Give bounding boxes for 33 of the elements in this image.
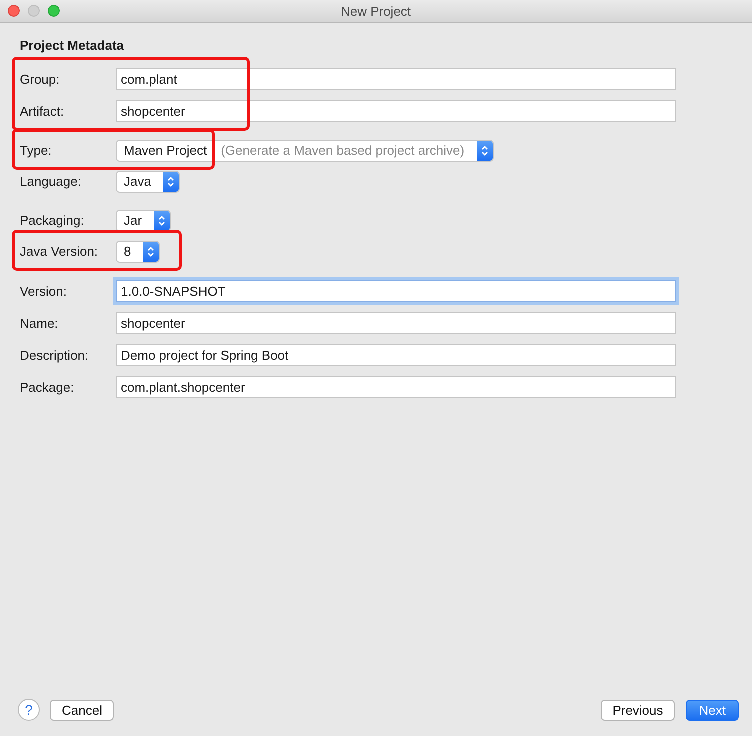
text-field[interactable]: shopcenter: [116, 100, 676, 122]
field-label: Artifact:: [20, 104, 66, 118]
chevron-updown-icon: [158, 214, 166, 226]
field-label: Version:: [20, 284, 68, 298]
close-icon[interactable]: [8, 5, 20, 17]
field-label: Packaging:: [20, 213, 86, 228]
text-field[interactable]: shopcenter: [116, 312, 676, 334]
dropdown[interactable]: Jar: [116, 210, 172, 232]
dialog-button[interactable]: Cancel: [50, 700, 114, 720]
field-label: Language:: [20, 174, 82, 189]
dropdown[interactable]: Maven Project (Generate a Maven based project archive): [116, 140, 494, 162]
field-label: Name:: [20, 316, 60, 330]
chevron-updown-icon: [480, 144, 489, 156]
text-field[interactable]: com.plant: [116, 68, 676, 90]
chevron-updown-icon: [147, 246, 156, 258]
dropdown[interactable]: Java: [116, 170, 180, 192]
window-title: New Project: [340, 4, 412, 18]
maximize-icon[interactable]: [48, 5, 60, 17]
default-button[interactable]: Next: [686, 700, 739, 720]
chevron-updown-icon: [167, 176, 176, 188]
field-label: Package:: [20, 380, 76, 394]
field-label: Group:: [20, 72, 61, 86]
dialog-button[interactable]: Previous: [600, 700, 676, 720]
minimize-icon[interactable]: [28, 5, 40, 17]
help-button[interactable]: ?: [18, 699, 40, 721]
text-field[interactable]: 1.0.0-SNAPSHOT: [116, 280, 676, 302]
text-field[interactable]: com.plant.shopcenter: [116, 376, 676, 398]
field-label: Type:: [20, 143, 53, 158]
dropdown[interactable]: 8: [116, 240, 160, 262]
field-label: Description:: [20, 348, 90, 362]
field-label: Java Version:: [20, 244, 100, 259]
text-field[interactable]: Demo project for Spring Boot: [116, 344, 676, 366]
section-title: Project Metadata: [20, 38, 124, 53]
